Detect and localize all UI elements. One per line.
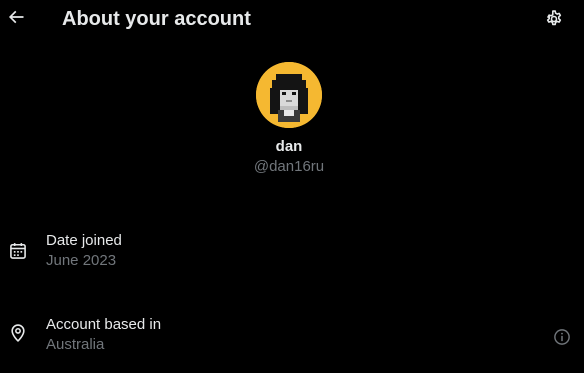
date-joined-label: Date joined xyxy=(46,232,122,249)
account-based-in-row: Account based in Australia xyxy=(0,315,584,359)
profile-summary: dan @dan16ru xyxy=(0,62,578,177)
avatar[interactable] xyxy=(256,62,322,128)
arrow-left-icon xyxy=(8,10,24,24)
date-joined-row: Date joined June 2023 xyxy=(0,231,584,275)
username-handle: @dan16ru xyxy=(253,158,325,175)
header: About your account xyxy=(0,0,584,38)
account-based-in-value: Australia xyxy=(46,336,105,353)
gear-icon xyxy=(546,10,562,26)
calendar-icon xyxy=(7,240,29,262)
display-name: dan xyxy=(275,138,303,155)
settings-button[interactable] xyxy=(542,7,566,31)
date-joined-value: June 2023 xyxy=(46,252,117,269)
info-icon xyxy=(554,329,570,345)
pixel-art-avatar-image xyxy=(256,62,322,128)
account-based-in-label: Account based in xyxy=(46,316,162,333)
info-button[interactable] xyxy=(551,326,573,348)
location-pin-icon xyxy=(7,322,29,344)
back-button[interactable] xyxy=(4,5,28,29)
page-title: About your account xyxy=(62,8,251,30)
